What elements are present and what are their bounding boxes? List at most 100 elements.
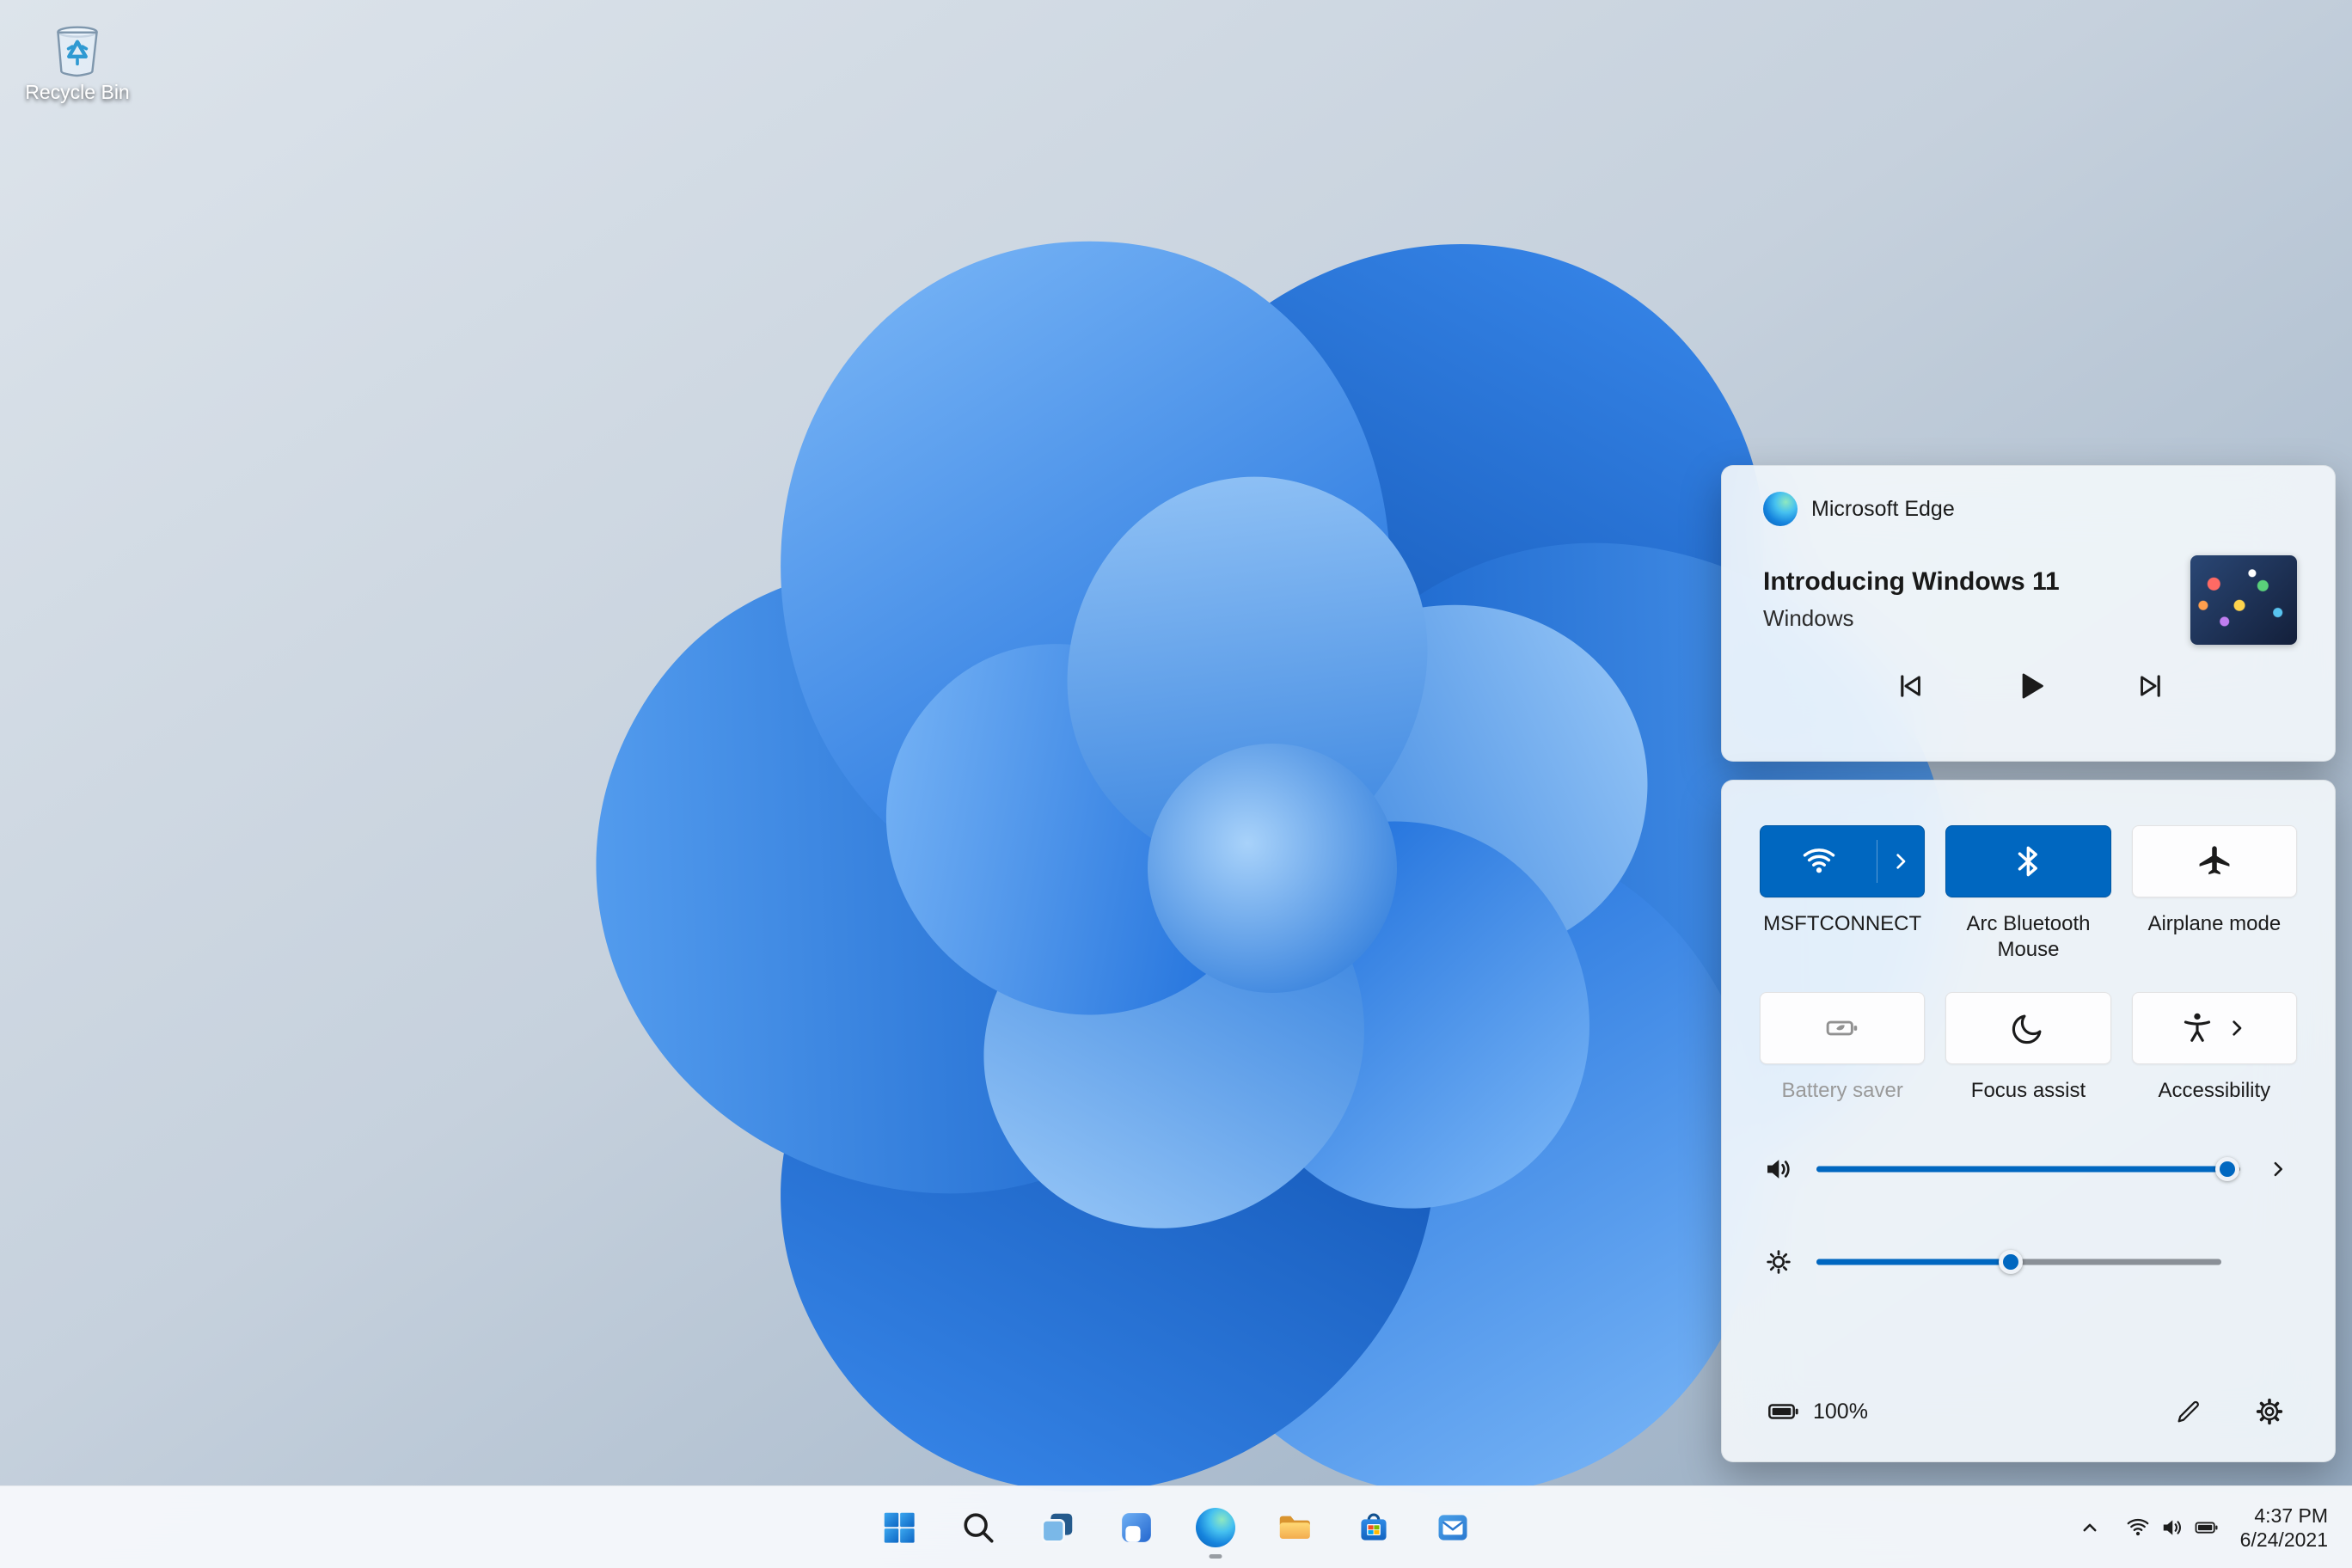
battery-status[interactable]: 100% (1767, 1394, 1868, 1429)
brightness-icon-wrap (1760, 1243, 1798, 1281)
media-app-header: Microsoft Edge (1763, 492, 2297, 526)
desktop: Recycle Bin Microsoft Edge Introducing W… (0, 0, 2352, 1568)
media-thumbnail[interactable] (2190, 555, 2297, 645)
taskbar-start-button[interactable] (867, 1495, 932, 1560)
quick-setting-wifi: MSFTCONNECT (1760, 825, 1925, 963)
volume-icon-button[interactable] (1760, 1150, 1798, 1188)
volume-row (1760, 1150, 2297, 1188)
moon-icon (2009, 1009, 2047, 1047)
airplane-icon (2196, 842, 2233, 880)
wifi-icon (1800, 842, 1838, 880)
media-track-source: Windows (1763, 605, 2060, 632)
taskbar: 4:37 PM 6/24/2021 (0, 1485, 2352, 1568)
edge-logo-icon (1763, 492, 1798, 526)
play-button[interactable] (2003, 662, 2058, 710)
volume-status-icon (2159, 1515, 2185, 1540)
quick-settings-panel: MSFTCONNECT Arc Bluetooth Mouse Airplane… (1721, 780, 2336, 1462)
brightness-slider-thumb[interactable] (1999, 1250, 2023, 1274)
previous-track-button[interactable] (1883, 662, 1938, 710)
taskbar-tray: 4:37 PM 6/24/2021 (2068, 1486, 2352, 1568)
next-icon (2135, 670, 2167, 702)
next-track-button[interactable] (2123, 662, 2178, 710)
accessibility-tile-button[interactable] (2132, 992, 2297, 1064)
clock-date: 6/24/2021 (2240, 1528, 2328, 1552)
quick-settings-footer: 100% (1760, 1375, 2297, 1439)
quick-setting-battery-saver: Battery saver (1760, 992, 1925, 1104)
bluetooth-icon (2009, 842, 2047, 880)
previous-icon (1894, 670, 1926, 702)
pen-icon (2174, 1397, 2203, 1426)
volume-slider-track (1816, 1167, 2240, 1173)
volume-expand-chevron[interactable] (2259, 1150, 2297, 1188)
widgets-icon (1117, 1508, 1156, 1547)
task-view-icon (1038, 1508, 1077, 1547)
file-explorer-icon (1275, 1508, 1314, 1547)
edit-quick-settings-button[interactable] (2168, 1391, 2209, 1432)
wifi-tile-button[interactable] (1760, 825, 1925, 897)
airplane-mode-tile-label: Airplane mode (2132, 911, 2297, 963)
wifi-status-icon (2125, 1515, 2151, 1540)
taskbar-clock[interactable]: 4:37 PM 6/24/2021 (2233, 1498, 2335, 1557)
bluetooth-tile-button[interactable] (1945, 825, 2110, 897)
quick-setting-bluetooth: Arc Bluetooth Mouse (1945, 825, 2110, 963)
airplane-mode-tile-button[interactable] (2132, 825, 2297, 897)
chevron-right-icon (1887, 848, 1914, 875)
battery-saver-tile-button (1760, 992, 1925, 1064)
media-controls (1763, 662, 2297, 710)
taskbar-store-button[interactable] (1341, 1495, 1406, 1560)
brightness-slider[interactable] (1816, 1249, 2221, 1275)
volume-slider-fill (1816, 1167, 2227, 1173)
wifi-tile-label: MSFTCONNECT (1760, 911, 1925, 963)
battery-percent-label: 100% (1813, 1400, 1868, 1424)
taskbar-edge-button[interactable] (1183, 1495, 1248, 1560)
edge-running-indicator (1210, 1554, 1222, 1559)
quick-setting-accessibility: Accessibility (2132, 992, 2297, 1104)
settings-button[interactable] (2249, 1391, 2290, 1432)
media-app-name: Microsoft Edge (1811, 497, 1955, 522)
accessibility-tile-label: Accessibility (2132, 1078, 2297, 1104)
media-flyout: Microsoft Edge Introducing Windows 11 Wi… (1721, 465, 2336, 762)
mail-icon (1433, 1508, 1473, 1547)
taskbar-file-explorer-button[interactable] (1262, 1495, 1327, 1560)
windows-start-icon (879, 1508, 919, 1547)
search-icon (959, 1508, 998, 1547)
clock-time: 4:37 PM (2254, 1504, 2328, 1528)
wifi-expand-chevron[interactable] (1877, 848, 1924, 875)
battery-icon (1767, 1394, 1801, 1429)
taskbar-task-view-button[interactable] (1025, 1495, 1090, 1560)
quick-setting-airplane-mode: Airplane mode (2132, 825, 2297, 963)
media-track-title: Introducing Windows 11 (1763, 567, 2060, 597)
battery-saver-tile-label: Battery saver (1760, 1078, 1925, 1104)
taskbar-center (867, 1486, 1485, 1568)
brightness-sun-icon (1762, 1246, 1795, 1278)
footer-actions (2168, 1391, 2290, 1432)
bluetooth-tile-label: Arc Bluetooth Mouse (1945, 911, 2110, 963)
edge-icon (1196, 1508, 1235, 1547)
quick-setting-focus-assist: Focus assist (1945, 992, 2110, 1104)
recycle-bin-icon (44, 12, 111, 79)
volume-slider-thumb[interactable] (2215, 1157, 2239, 1181)
battery-status-icon (2194, 1515, 2220, 1540)
focus-assist-tile-button[interactable] (1945, 992, 2110, 1064)
volume-slider[interactable] (1816, 1156, 2240, 1182)
focus-assist-tile-label: Focus assist (1945, 1078, 2110, 1104)
system-tray-indicators[interactable] (2116, 1498, 2228, 1557)
brightness-row (1760, 1243, 2297, 1281)
taskbar-mail-button[interactable] (1420, 1495, 1485, 1560)
battery-saver-icon (1823, 1009, 1861, 1047)
speaker-icon (1762, 1153, 1795, 1185)
gear-icon (2255, 1397, 2284, 1426)
taskbar-overflow-chevron[interactable] (2068, 1498, 2111, 1557)
accessibility-icon (2178, 1009, 2216, 1047)
taskbar-widgets-button[interactable] (1104, 1495, 1169, 1560)
quick-settings-grid: MSFTCONNECT Arc Bluetooth Mouse Airplane… (1760, 825, 2297, 1104)
chevron-right-icon (2223, 1014, 2251, 1042)
play-icon (2012, 667, 2049, 705)
chevron-up-icon (2077, 1515, 2103, 1540)
recycle-bin[interactable]: Recycle Bin (21, 12, 134, 104)
recycle-bin-label: Recycle Bin (25, 81, 129, 104)
taskbar-search-button[interactable] (946, 1495, 1011, 1560)
chevron-right-icon (2265, 1156, 2291, 1182)
media-meta: Introducing Windows 11 Windows (1763, 555, 2060, 632)
brightness-slider-fill (1816, 1259, 2011, 1265)
